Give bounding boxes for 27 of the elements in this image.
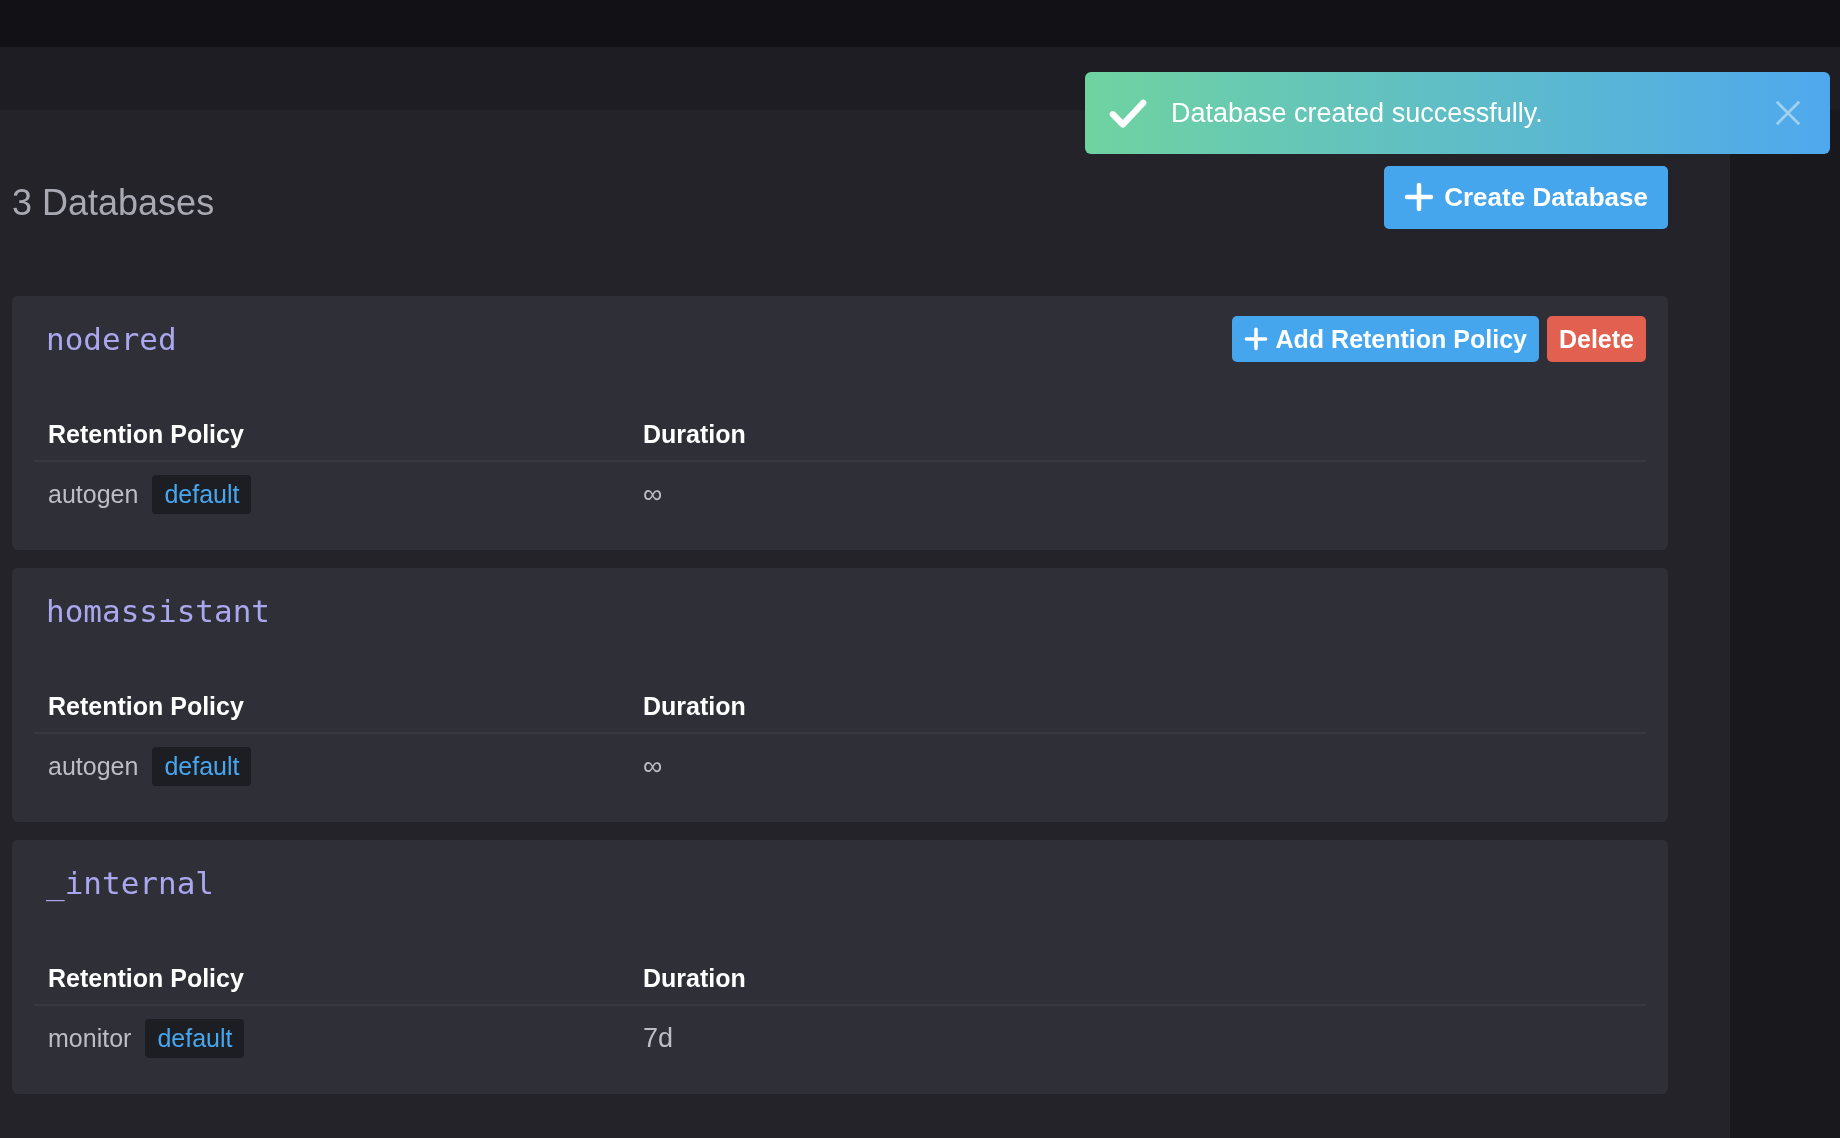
column-header: Retention Policy bbox=[48, 691, 245, 721]
checkmark-icon bbox=[1109, 97, 1147, 129]
policy-name: autogen bbox=[48, 479, 139, 509]
default-tag: default bbox=[152, 746, 252, 786]
page-title: 3 Databases bbox=[12, 182, 215, 224]
policy-name: autogen bbox=[48, 751, 139, 781]
toast-message: Database created successfully. bbox=[1171, 97, 1544, 129]
column-header: Duration bbox=[643, 963, 747, 993]
action-button[interactable]: Delete bbox=[1546, 316, 1646, 362]
database-name: _internal bbox=[46, 865, 214, 901]
column-header: Duration bbox=[643, 691, 747, 721]
plus-icon bbox=[1404, 182, 1435, 212]
duration-value: 7d bbox=[643, 1022, 675, 1054]
database-name: homassistant bbox=[46, 593, 270, 629]
duration-value: ∞ bbox=[643, 478, 664, 510]
create-database-button[interactable]: Create Database bbox=[1384, 165, 1668, 229]
duration-value: ∞ bbox=[643, 750, 664, 782]
plus-icon bbox=[1243, 327, 1268, 351]
default-tag: default bbox=[152, 474, 252, 514]
column-header: Duration bbox=[643, 419, 747, 449]
default-tag: default bbox=[145, 1018, 245, 1058]
action-button[interactable]: Add Retention Policy bbox=[1231, 316, 1539, 362]
policy-name: monitor bbox=[48, 1023, 132, 1053]
close-icon[interactable] bbox=[1774, 99, 1802, 127]
database-name: nodered bbox=[46, 321, 177, 357]
column-header: Retention Policy bbox=[48, 963, 245, 993]
column-header: Retention Policy bbox=[48, 419, 245, 449]
